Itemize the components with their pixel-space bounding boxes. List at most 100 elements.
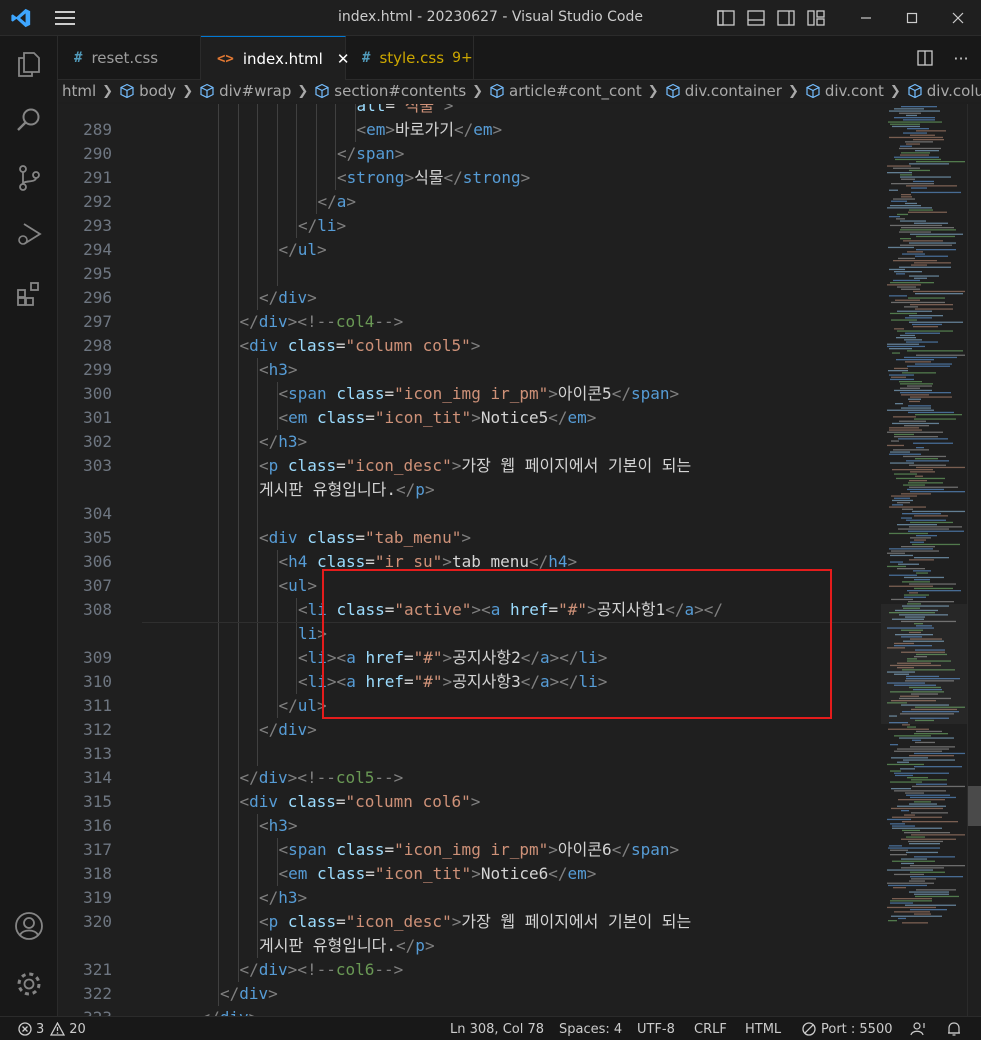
code-line-partial[interactable]: alt="식물"> — [58, 104, 881, 118]
breadcrumb-item[interactable]: article#cont_cont — [489, 82, 642, 100]
code-line[interactable]: 321 </div><!--col6--> — [58, 958, 881, 982]
code-text: </div> — [220, 984, 278, 1003]
cursor-position[interactable]: Ln 308, Col 78 — [450, 1020, 544, 1038]
problems-status[interactable]: 3 20 — [18, 1020, 86, 1038]
code-line-wrapped[interactable]: 게시판 유형입니다.</p> — [58, 478, 881, 502]
eol-status[interactable]: CRLF — [694, 1020, 727, 1038]
accounts-status-icon[interactable] — [910, 1020, 926, 1038]
code-line-wrapped[interactable]: 게시판 유형입니다.</p> — [58, 934, 881, 958]
code-line[interactable]: 315 <div class="column col6"> — [58, 790, 881, 814]
code-line[interactable]: 316 <h3> — [58, 814, 881, 838]
code-line[interactable]: 294 </ul> — [58, 238, 881, 262]
code-text: 게시판 유형입니다.</p> — [259, 936, 435, 955]
notifications-bell-icon[interactable] — [946, 1020, 962, 1038]
vertical-scrollbar[interactable] — [967, 104, 981, 1016]
code-line[interactable]: 303 <p class="icon_desc">가장 웹 페이지에서 기본이 되… — [58, 454, 881, 478]
minimize-icon[interactable] — [843, 0, 889, 36]
code-line[interactable]: 312 </div> — [58, 718, 881, 742]
line-number: 314 — [83, 768, 112, 787]
code-line[interactable]: 323 </div> — [58, 1006, 881, 1016]
extensions-icon[interactable] — [0, 270, 58, 318]
line-number: 299 — [83, 360, 112, 379]
code-line[interactable]: 293 </li> — [58, 214, 881, 238]
code-editor[interactable]: alt="식물"> 289 <em>바로가기</em> 290 </span> 291 <s… — [58, 104, 881, 1016]
breadcrumb-item[interactable]: div.cont — [805, 82, 884, 100]
code-line[interactable]: 295 — [58, 262, 881, 286]
css-file-icon: # — [362, 50, 371, 66]
source-control-icon[interactable] — [0, 154, 58, 202]
code-line[interactable]: 289 <em>바로가기</em> — [58, 118, 881, 142]
editor-tabs: # reset.css <> index.html ✕ # style.css … — [58, 36, 981, 80]
toggle-primary-sidebar-icon[interactable] — [711, 0, 741, 36]
scroll-thumb[interactable] — [968, 786, 981, 826]
minimap[interactable] — [881, 104, 967, 1016]
code-line[interactable]: 301 <em class="icon_tit">Notice5</em> — [58, 406, 881, 430]
breadcrumb-item[interactable]: section#contents — [314, 82, 466, 100]
line-number: 291 — [83, 168, 112, 187]
breadcrumb-item[interactable]: html — [62, 82, 96, 100]
code-text: </div> — [201, 1006, 259, 1016]
more-actions-icon[interactable]: ··· — [941, 49, 981, 68]
code-line[interactable]: 317 <span class="icon_img ir_pm">아이콘6</sp… — [58, 838, 881, 862]
code-line[interactable]: 322 </div> — [58, 982, 881, 1006]
split-editor-icon[interactable] — [909, 50, 941, 66]
search-icon[interactable] — [0, 96, 58, 144]
breadcrumb-item[interactable]: div.container — [665, 82, 782, 100]
indentation-status[interactable]: Spaces: 4 — [559, 1020, 622, 1038]
line-number: 301 — [83, 408, 112, 427]
tab-index-html[interactable]: <> index.html ✕ — [201, 36, 349, 80]
code-text: <span class="icon_img ir_pm">아이콘6</span> — [278, 840, 680, 859]
element-cube-icon — [315, 83, 329, 99]
breadcrumb-item[interactable]: div#wrap — [199, 82, 291, 100]
customize-layout-icon[interactable] — [801, 0, 831, 36]
code-line[interactable]: 291 <strong>식물</strong> — [58, 166, 881, 190]
code-text: </div><!--col4--> — [239, 312, 404, 331]
code-line[interactable]: 319 </h3> — [58, 886, 881, 910]
line-number: 308 — [83, 600, 112, 619]
maximize-icon[interactable] — [889, 0, 935, 36]
live-server-port[interactable]: Port : 5500 — [802, 1020, 893, 1038]
line-number: 304 — [83, 504, 112, 523]
breadcrumb-item[interactable]: div.column.col5 — [907, 82, 981, 100]
line-number: 311 — [83, 696, 112, 715]
line-number: 320 — [83, 912, 112, 931]
line-number: 315 — [83, 792, 112, 811]
code-text: <div class="column col5"> — [239, 336, 481, 355]
code-line[interactable]: 314 </div><!--col5--> — [58, 766, 881, 790]
line-number: 319 — [83, 888, 112, 907]
code-line[interactable]: 297 </div><!--col4--> — [58, 310, 881, 334]
code-line[interactable]: 299 <h3> — [58, 358, 881, 382]
code-line[interactable]: 320 <p class="icon_desc">가장 웹 페이지에서 기본이 되… — [58, 910, 881, 934]
code-text: </div> — [259, 288, 317, 307]
breadcrumb-item[interactable]: body — [119, 82, 176, 100]
code-text: 게시판 유형입니다.</p> — [259, 480, 435, 499]
code-line[interactable]: 290 </span> — [58, 142, 881, 166]
breadcrumb: html ❯ body ❯ div#wrap ❯ section#contents ❯ arti… — [58, 80, 981, 102]
accounts-icon[interactable] — [0, 902, 58, 950]
breadcrumb-label: div.container — [684, 82, 782, 100]
language-mode[interactable]: HTML — [745, 1020, 781, 1038]
tab-style-css[interactable]: # style.css 9+ — [346, 36, 474, 80]
code-line[interactable]: 298 <div class="column col5"> — [58, 334, 881, 358]
encoding-status[interactable]: UTF-8 — [637, 1020, 675, 1038]
code-text: <strong>식물</strong> — [337, 168, 531, 187]
tab-reset-css[interactable]: # reset.css — [58, 36, 201, 80]
tab-label: index.html — [242, 49, 323, 68]
toggle-panel-icon[interactable] — [741, 0, 771, 36]
tab-label: reset.css — [91, 49, 159, 67]
manage-gear-icon[interactable] — [0, 960, 58, 1008]
explorer-icon[interactable] — [0, 40, 58, 88]
code-text: <span class="icon_img ir_pm">아이콘5</span> — [278, 384, 680, 403]
line-number: 310 — [83, 672, 112, 691]
code-line[interactable]: 296 </div> — [58, 286, 881, 310]
close-window-icon[interactable] — [935, 0, 981, 36]
toggle-secondary-sidebar-icon[interactable] — [771, 0, 801, 36]
code-line[interactable]: 292 </a> — [58, 190, 881, 214]
code-line[interactable]: 318 <em class="icon_tit">Notice6</em> — [58, 862, 881, 886]
code-line[interactable]: 300 <span class="icon_img ir_pm">아이콘5</sp… — [58, 382, 881, 406]
code-line[interactable]: 313 — [58, 742, 881, 766]
code-line[interactable]: 304 — [58, 502, 881, 526]
code-line[interactable]: 305 <div class="tab_menu"> — [58, 526, 881, 550]
run-and-debug-icon[interactable] — [0, 210, 58, 258]
code-line[interactable]: 302 </h3> — [58, 430, 881, 454]
